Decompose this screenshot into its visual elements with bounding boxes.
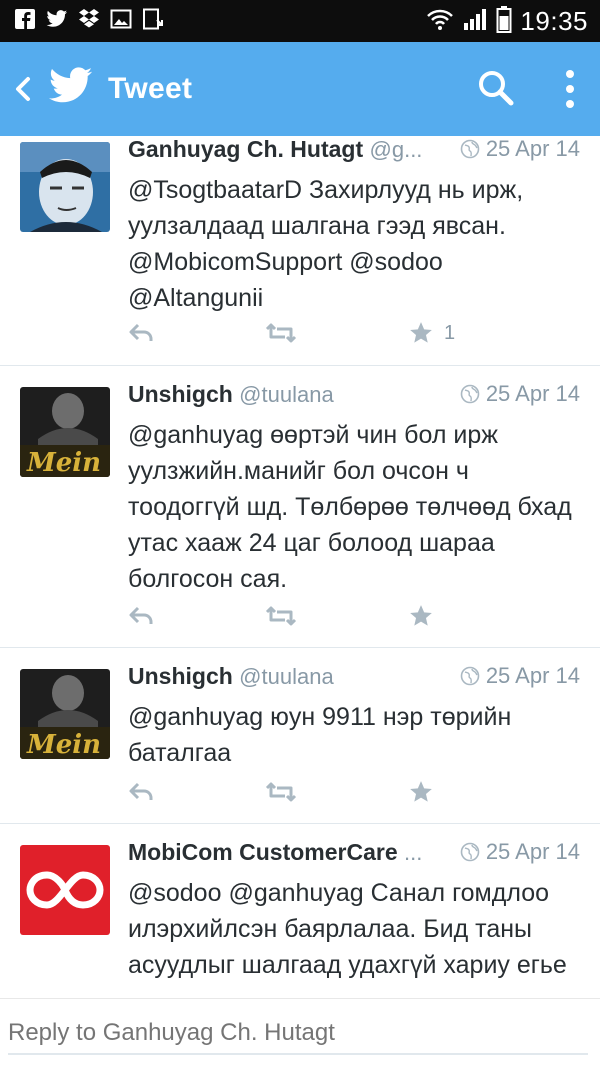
tweet-author: Unshigch @tuulana [128,663,334,690]
avatar[interactable] [20,142,110,232]
avatar[interactable]: Mein [20,387,110,477]
tweet-item[interactable]: Mein Unshigch @tuulana 25 Apr 14 @ganhuy… [0,647,600,824]
tweet-list[interactable]: Ganhuyag Ch. Hutagt @g... 25 Apr 14 @Tso… [0,136,600,998]
star-icon[interactable] [408,601,434,631]
globe-icon [460,666,480,686]
facebook-icon [14,7,36,31]
reply-input[interactable] [8,1013,588,1055]
author-name[interactable]: MobiCom CustomerCare [128,839,398,865]
globe-icon [460,842,480,862]
tweet-author: Ganhuyag Ch. Hutagt @g... [128,136,422,163]
reply-bar [0,998,600,1067]
gallery-icon [110,7,132,31]
globe-icon [460,139,480,159]
avatar-text: Mein [26,730,101,759]
author-handle[interactable]: @g... [370,137,423,162]
tweet-item[interactable]: MobiCom CustomerCare ... 25 Apr 14 @sodo… [0,823,600,998]
tweet-item[interactable]: Ganhuyag Ch. Hutagt @g... 25 Apr 14 @Tso… [0,136,600,366]
tweet-date: 25 Apr 14 [485,663,580,688]
overflow-menu-icon[interactable] [560,68,580,110]
twitter-bird-icon [48,66,94,106]
tweet-author: Unshigch @tuulana [128,381,334,408]
favorite-count: 1 [444,321,456,344]
dropbox-icon [78,7,100,31]
twitter-icon [46,7,68,31]
author-name[interactable]: Unshigch [128,381,233,407]
reply-icon[interactable] [128,777,154,807]
retweet-icon[interactable] [265,777,297,807]
tweet-timestamp: 25 Apr 14 [460,663,580,689]
signal-icon [462,7,488,36]
tweet-text: @ganhuyag өөртэй чин бол ирж уулзжийн.ма… [128,421,572,593]
retweet-icon[interactable] [265,318,297,348]
tweet-actions [128,601,468,631]
star-icon [410,322,432,343]
page-title: Tweet [108,72,193,105]
tweet-timestamp: 25 Apr 14 [460,839,580,865]
author-handle[interactable]: @tuulana [239,382,334,407]
avatar[interactable] [20,845,110,935]
status-bar: 19:35 [0,0,600,42]
tweet-item[interactable]: Mein Unshigch @tuulana 25 Apr 14 @ganhuy… [0,365,600,648]
reply-icon[interactable] [128,318,154,348]
download-icon [142,7,164,31]
retweet-icon[interactable] [265,601,297,631]
author-name[interactable]: Ganhuyag Ch. Hutagt [128,136,363,162]
tweet-date: 25 Apr 14 [485,839,580,864]
tweet-text: @sodoo @ganhuyag Санал гомдлоо илэрхийлс… [128,879,567,979]
author-handle[interactable]: @tuulana [239,664,334,689]
battery-icon [496,5,512,38]
favorite-button[interactable]: 1 [408,318,455,348]
author-handle[interactable]: ... [404,840,422,865]
tweet-timestamp: 25 Apr 14 [460,136,580,162]
app-bar: Tweet [0,42,600,136]
tweet-date: 25 Apr 14 [485,136,580,161]
tweet-text: @TsogtbaatarD Захирлууд нь ирж, уулзалда… [128,176,524,312]
avatar-text: Mein [26,448,101,477]
author-name[interactable]: Unshigch [128,663,233,689]
tweet-actions: 1 [128,318,468,348]
tweet-date: 25 Apr 14 [485,381,580,406]
clock: 19:35 [520,6,588,36]
avatar[interactable]: Mein [20,669,110,759]
tweet-timestamp: 25 Apr 14 [460,381,580,407]
globe-icon [460,384,480,404]
star-icon[interactable] [408,777,434,807]
wifi-icon [426,7,454,36]
tweet-author: MobiCom CustomerCare ... [128,839,422,866]
back-icon[interactable] [8,72,38,106]
tweet-text: @ganhuyag юун 9911 нэр төрийн баталгаа [128,703,512,767]
search-icon[interactable] [476,68,516,108]
reply-icon[interactable] [128,601,154,631]
tweet-actions [128,777,468,807]
